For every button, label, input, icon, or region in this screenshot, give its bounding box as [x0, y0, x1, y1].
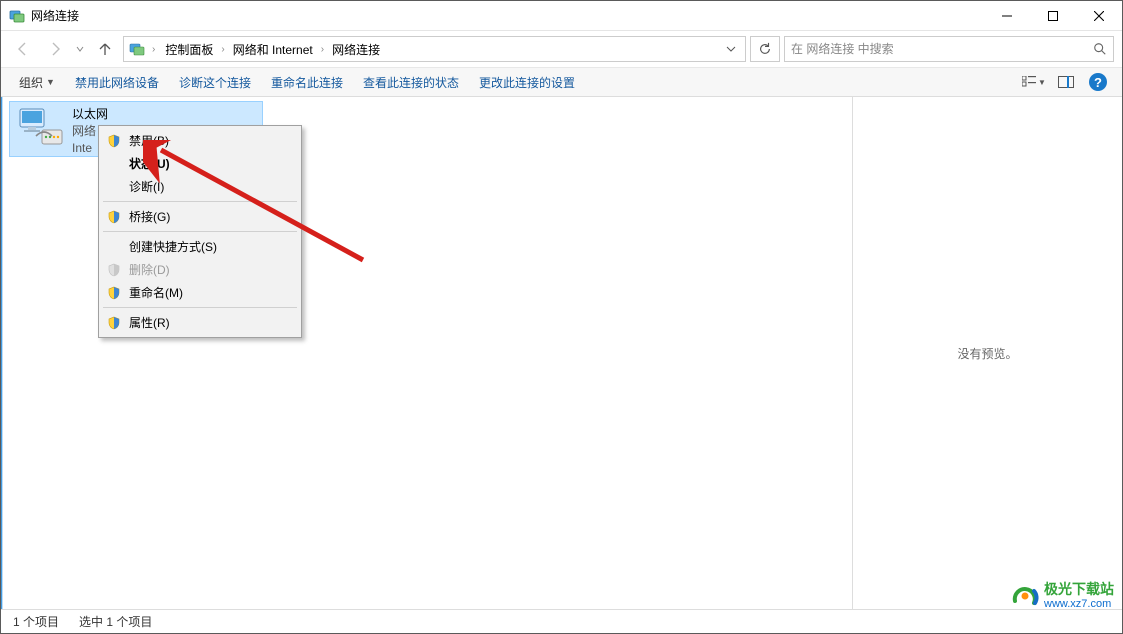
connection-name: 以太网: [72, 106, 108, 123]
help-button[interactable]: ?: [1082, 70, 1114, 94]
menu-disable[interactable]: 禁用(B): [101, 129, 299, 152]
forward-button[interactable]: [41, 35, 69, 63]
shield-icon: [105, 316, 123, 330]
diagnose-connection-button[interactable]: 诊断这个连接: [169, 70, 261, 95]
menu-label: 桥接(G): [129, 208, 291, 225]
main-pane[interactable]: 以太网 网络 Inte 禁用(B) 状态(U) 诊断(I): [3, 97, 852, 609]
breadcrumb-separator-icon[interactable]: ›: [319, 44, 326, 55]
window: 网络连接: [0, 0, 1123, 634]
status-selected-count: 选中 1 个项目: [79, 613, 152, 630]
content-area: 以太网 网络 Inte 禁用(B) 状态(U) 诊断(I): [1, 97, 1122, 609]
watermark-name: 极光下载站: [1044, 582, 1114, 597]
search-box[interactable]: [784, 36, 1114, 62]
context-menu: 禁用(B) 状态(U) 诊断(I) 桥接(G) 创建: [98, 125, 302, 338]
search-icon[interactable]: [1093, 42, 1107, 56]
close-button[interactable]: [1076, 1, 1122, 31]
nav-bar: › 控制面板 › 网络和 Internet › 网络连接: [1, 31, 1122, 67]
preview-pane-button[interactable]: [1050, 70, 1082, 94]
chevron-down-icon: ▼: [46, 77, 55, 87]
view-status-button[interactable]: 查看此连接的状态: [353, 70, 469, 95]
menu-label: 禁用(B): [129, 132, 291, 149]
menu-separator: [103, 307, 297, 308]
menu-separator: [103, 231, 297, 232]
breadcrumb-network-connections[interactable]: 网络连接: [328, 39, 384, 60]
preview-pane: 没有预览。: [852, 97, 1122, 609]
menu-label: 删除(D): [129, 261, 291, 278]
menu-label: 属性(R): [129, 314, 291, 331]
menu-label: 状态(U): [129, 155, 291, 172]
change-settings-button[interactable]: 更改此连接的设置: [469, 70, 585, 95]
breadcrumb: 控制面板 › 网络和 Internet › 网络连接: [161, 39, 717, 60]
history-dropdown-icon[interactable]: [73, 45, 87, 53]
organize-label: 组织: [19, 74, 43, 91]
status-bar: 1 个项目 选中 1 个项目: [1, 609, 1122, 633]
menu-properties[interactable]: 属性(R): [101, 311, 299, 334]
minimize-button[interactable]: [984, 1, 1030, 31]
menu-bridge[interactable]: 桥接(G): [101, 205, 299, 228]
address-history-dropdown-icon[interactable]: [721, 44, 741, 54]
menu-separator: [103, 201, 297, 202]
menu-label: 创建快捷方式(S): [129, 238, 291, 255]
breadcrumb-separator-icon[interactable]: ›: [150, 44, 157, 55]
command-bar: 组织 ▼ 禁用此网络设备 诊断这个连接 重命名此连接 查看此连接的状态 更改此连…: [1, 67, 1122, 97]
preview-empty-text: 没有预览。: [957, 345, 1017, 362]
menu-label: 重命名(M): [129, 284, 291, 301]
breadcrumb-network-internet[interactable]: 网络和 Internet: [229, 39, 317, 60]
breadcrumb-separator-icon[interactable]: ›: [219, 44, 226, 55]
app-icon: [9, 8, 25, 24]
status-item-count: 1 个项目: [13, 613, 59, 630]
shield-icon: [105, 210, 123, 224]
shield-icon: [105, 286, 123, 300]
back-button[interactable]: [9, 35, 37, 63]
search-input[interactable]: [791, 42, 1093, 56]
organize-menu[interactable]: 组织 ▼: [9, 70, 65, 95]
menu-rename[interactable]: 重命名(M): [101, 281, 299, 304]
menu-label: 诊断(I): [129, 178, 291, 195]
help-icon: ?: [1089, 73, 1107, 91]
up-button[interactable]: [91, 35, 119, 63]
watermark: 极光下载站 www.xz7.com: [1010, 581, 1114, 611]
shield-icon: [105, 263, 123, 277]
title-bar: 网络连接: [1, 1, 1122, 31]
rename-connection-button[interactable]: 重命名此连接: [261, 70, 353, 95]
menu-diagnose[interactable]: 诊断(I): [101, 175, 299, 198]
menu-create-shortcut[interactable]: 创建快捷方式(S): [101, 235, 299, 258]
address-bar[interactable]: › 控制面板 › 网络和 Internet › 网络连接: [123, 36, 746, 62]
refresh-button[interactable]: [750, 36, 780, 62]
watermark-logo-icon: [1010, 581, 1040, 611]
menu-status[interactable]: 状态(U): [101, 152, 299, 175]
window-title: 网络连接: [31, 7, 79, 24]
shield-icon: [105, 134, 123, 148]
disable-device-button[interactable]: 禁用此网络设备: [65, 70, 169, 95]
watermark-url: www.xz7.com: [1044, 598, 1114, 610]
view-options-button[interactable]: ▼: [1018, 70, 1050, 94]
maximize-button[interactable]: [1030, 1, 1076, 31]
location-icon: [128, 40, 146, 58]
breadcrumb-control-panel[interactable]: 控制面板: [161, 39, 217, 60]
menu-delete: 删除(D): [101, 258, 299, 281]
ethernet-icon: [16, 106, 64, 150]
